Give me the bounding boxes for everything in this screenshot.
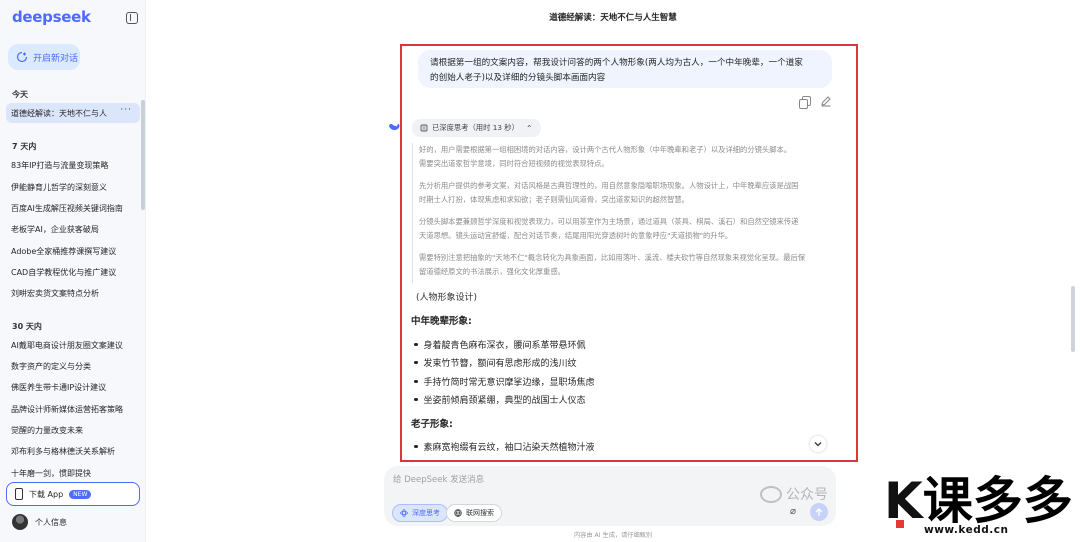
history-item[interactable]: 83年IP打造与流量变现策略 [6,155,140,175]
arrow-up-icon [815,507,823,516]
answer-heading: 中年晚辈形象: [411,316,472,327]
thinking-paragraph: 先分析用户提供的参考文案，对话风格是古典哲理性的，用自然意象隐喻职场现象。人物设… [419,181,799,204]
history-item[interactable]: 邓布利多与格林德沃关系解析 [6,441,140,461]
phone-icon [15,488,23,500]
history-item[interactable]: 十年磨一剑，惯即提快 [6,463,140,483]
new-chat-label: 开启新对话 [33,53,79,64]
list-item: 发束竹节簪，额间有思虑形成的浅川纹 [414,356,577,369]
avatar [12,514,28,530]
history-item[interactable]: AI戴耶电商设计朋友圈文案建议 [6,335,140,355]
thinking-divider [412,143,413,283]
deepseek-whale-icon [388,123,400,131]
answer-intro: (人物形象设计) [416,293,478,303]
history-group-month: 30 天内 [12,322,42,331]
history-group-week: 7 天内 [12,142,37,151]
user-message: 请根据第一组的文案内容，帮我设计问答的两个人物形象(两人均为古人，一个中年晚辈，… [418,50,832,88]
profile-button[interactable]: 个人信息 [12,514,67,530]
history-item[interactable]: 品牌设计师新媒体运营拓客策略 [6,399,140,419]
download-app-label: 下载 App [29,489,64,499]
globe-icon [454,509,462,517]
history-item[interactable]: 老板学AI，企业获客破局 [6,219,140,239]
history-item[interactable]: 百度AI生成解压视频关键词指南 [6,198,140,218]
chevron-up-icon: ⌃ [525,123,533,133]
web-search-button[interactable]: 联网搜索 [446,504,502,522]
history-item[interactable]: 伊能静育儿哲学的深刻意义 [6,177,140,197]
deepseek-logo: deepseek [12,8,91,26]
list-item: 素麻宽袍缀有云纹，袖口沾染天然植物汁液 [414,440,595,453]
new-badge: NEW [69,489,92,499]
thinking-paragraph: 好的，用户需要根据第一组相困境的对话内容，设计两个古代人物形象（中年晚辈和老子）… [419,145,792,168]
more-options-icon[interactable]: ··· [120,105,132,115]
thinking-icon [420,124,428,132]
new-chat-button[interactable]: 开启新对话 [8,44,80,70]
history-item[interactable]: 刘畊宏卖货文案特点分析 [6,283,140,303]
copy-icon[interactable] [799,96,811,109]
chevron-down-icon [814,442,822,447]
list-item: 手持竹简时常无意识摩挲边缘，显职场焦虑 [414,375,595,388]
logo-dot [896,520,904,528]
paperclip-icon[interactable]: ⌀ [790,506,796,517]
message-input[interactable]: 给 DeepSeek 发送消息 [393,473,484,485]
watermark-site: www.kedd.cn [924,524,1009,536]
new-chat-icon [16,51,28,63]
collapse-sidebar-icon[interactable] [126,12,138,24]
profile-label: 个人信息 [35,517,67,527]
atom-icon [400,509,408,517]
history-item[interactable]: 觉醒的力量改变未来 [6,420,140,440]
thinking-paragraph: 分镜头脚本要兼顾哲学深度和视觉表现力，可以用茶室作为主场景，通过道具（茶具、棋局… [419,217,799,240]
wechat-watermark: 公众号 [760,484,828,504]
main-scrollbar[interactable] [1071,286,1075,352]
history-group-today: 今天 [12,90,28,99]
history-item[interactable]: 数字资产的定义与分类 [6,356,140,376]
wechat-icon [760,485,782,503]
edit-icon[interactable] [820,95,832,107]
answer-heading: 老子形象: [411,419,453,430]
scroll-down-button[interactable] [810,436,826,452]
download-app-button[interactable]: 下载 App NEW [6,482,140,506]
send-button[interactable] [810,503,828,521]
kedd-watermark-logo: K课多多 www.kedd.cn [884,472,1073,536]
sidebar-scrollbar[interactable] [141,100,145,210]
sidebar: deepseek 开启新对话 今天 道德经解读：天地不仁与人 ··· 7 天内 … [0,0,146,542]
deep-thinking-toggle[interactable]: 已深度思考（用时 13 秒） ⌃ [412,119,541,137]
list-item: 坐姿前倾肩颈紧绷，典型的战国士人仪态 [414,393,586,406]
history-item[interactable]: CAD自学教程优化与推广建议 [6,262,140,282]
deep-think-button[interactable]: 深度思考 [392,504,448,522]
history-item[interactable]: Adobe全家桶推荐课撰写建议 [6,241,140,261]
page-title: 道德经解读：天地不仁与人生智慧 [549,13,677,23]
history-item[interactable]: 佛医养生带卡通IP设计建议 [6,377,140,397]
history-item-active[interactable]: 道德经解读：天地不仁与人 ··· [6,103,140,123]
list-item: 身着靛青色麻布深衣，腰间系革带悬环佩 [414,338,586,351]
thinking-paragraph: 需要特别注意把抽象的"天地不仁"概念转化为具象画面，比如用落叶、溪流、楼夫砍竹等… [419,253,806,276]
